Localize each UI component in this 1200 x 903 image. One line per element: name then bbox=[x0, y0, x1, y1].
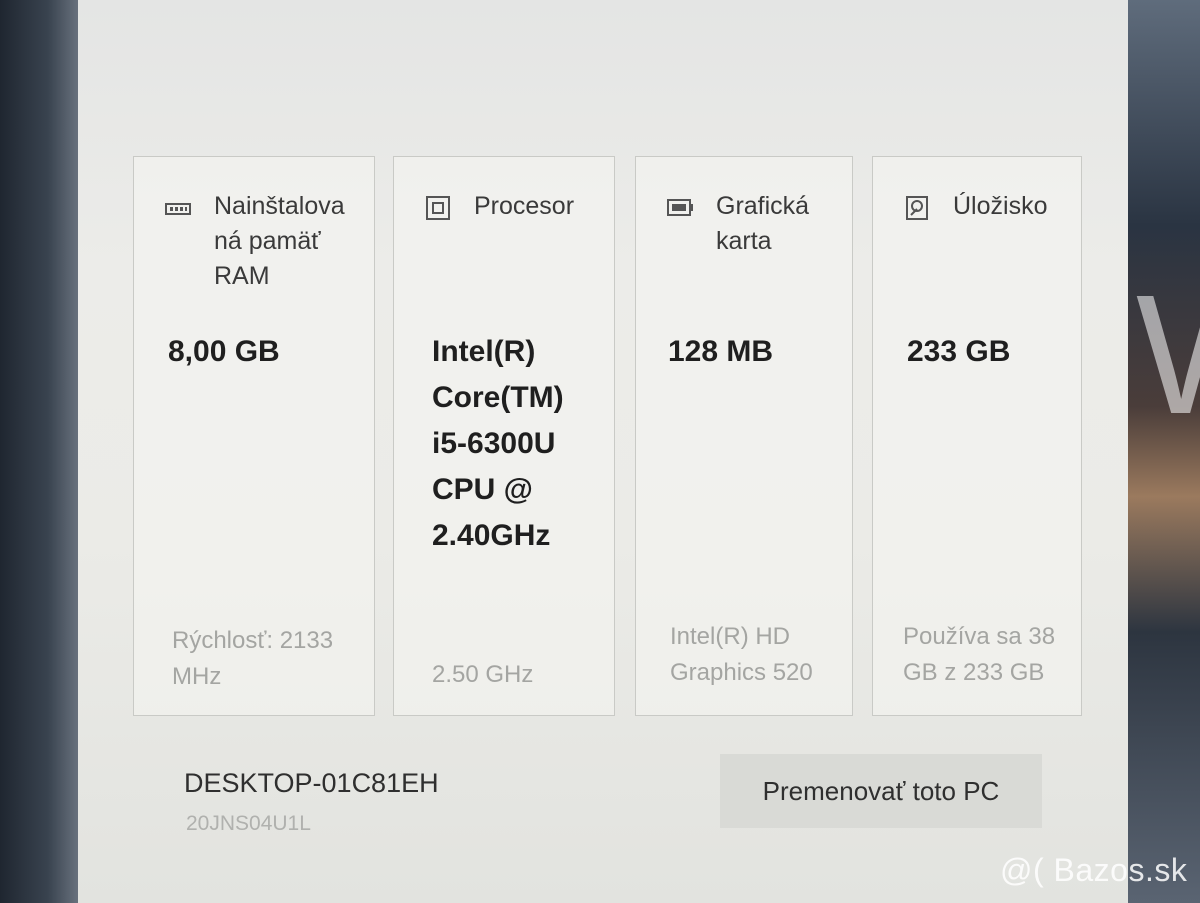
settings-window: Nainštalova ná pamäť RAM 8,00 GB Rýchlos… bbox=[78, 0, 1130, 903]
watermark: @( Bazos.sk bbox=[1000, 852, 1188, 888]
ram-card-detail: Rýchlosť: 2133 MHz bbox=[172, 627, 334, 690]
graphics-card-value: 128 MB bbox=[668, 335, 774, 368]
storage-icon bbox=[906, 196, 928, 220]
ram-icon bbox=[165, 203, 191, 215]
storage-card-value: 233 GB bbox=[907, 335, 1011, 368]
ram-card-value: 8,00 GB bbox=[168, 335, 280, 368]
storage-card-detail: Používa sa 38 GB z 233 GB bbox=[903, 623, 1056, 686]
storage-card-title: Úložisko bbox=[953, 192, 1048, 220]
screen-bezel bbox=[0, 0, 80, 903]
processor-card-value: Intel(R) Core(TM) i5-6300U CPU @ 2.40GHz bbox=[432, 335, 564, 552]
storage-card: Úložisko 233 GB Používa sa 38 GB z 233 G… bbox=[872, 156, 1082, 716]
wallpaper-letter: W bbox=[1136, 270, 1200, 440]
desktop-wallpaper: W bbox=[1128, 0, 1200, 903]
processor-icon bbox=[426, 196, 450, 220]
rename-pc-button[interactable]: Premenovať toto PC bbox=[720, 754, 1042, 828]
device-name: DESKTOP-01C81EH bbox=[184, 768, 439, 798]
device-model: 20JNS04U1L bbox=[186, 812, 311, 835]
ram-card-title: Nainštalova ná pamäť RAM bbox=[214, 192, 345, 290]
processor-card: Procesor Intel(R) Core(TM) i5-6300U CPU … bbox=[393, 156, 615, 716]
graphics-card-title: Grafická karta bbox=[716, 192, 810, 255]
graphics-card-card: Grafická karta 128 MB Intel(R) HD Graphi… bbox=[635, 156, 853, 716]
processor-card-title: Procesor bbox=[474, 192, 575, 220]
processor-card-detail: 2.50 GHz bbox=[432, 661, 534, 688]
ram-card: Nainštalova ná pamäť RAM 8,00 GB Rýchlos… bbox=[133, 156, 375, 716]
graphics-card-icon bbox=[667, 199, 693, 216]
graphics-card-detail: Intel(R) HD Graphics 520 bbox=[670, 623, 813, 686]
